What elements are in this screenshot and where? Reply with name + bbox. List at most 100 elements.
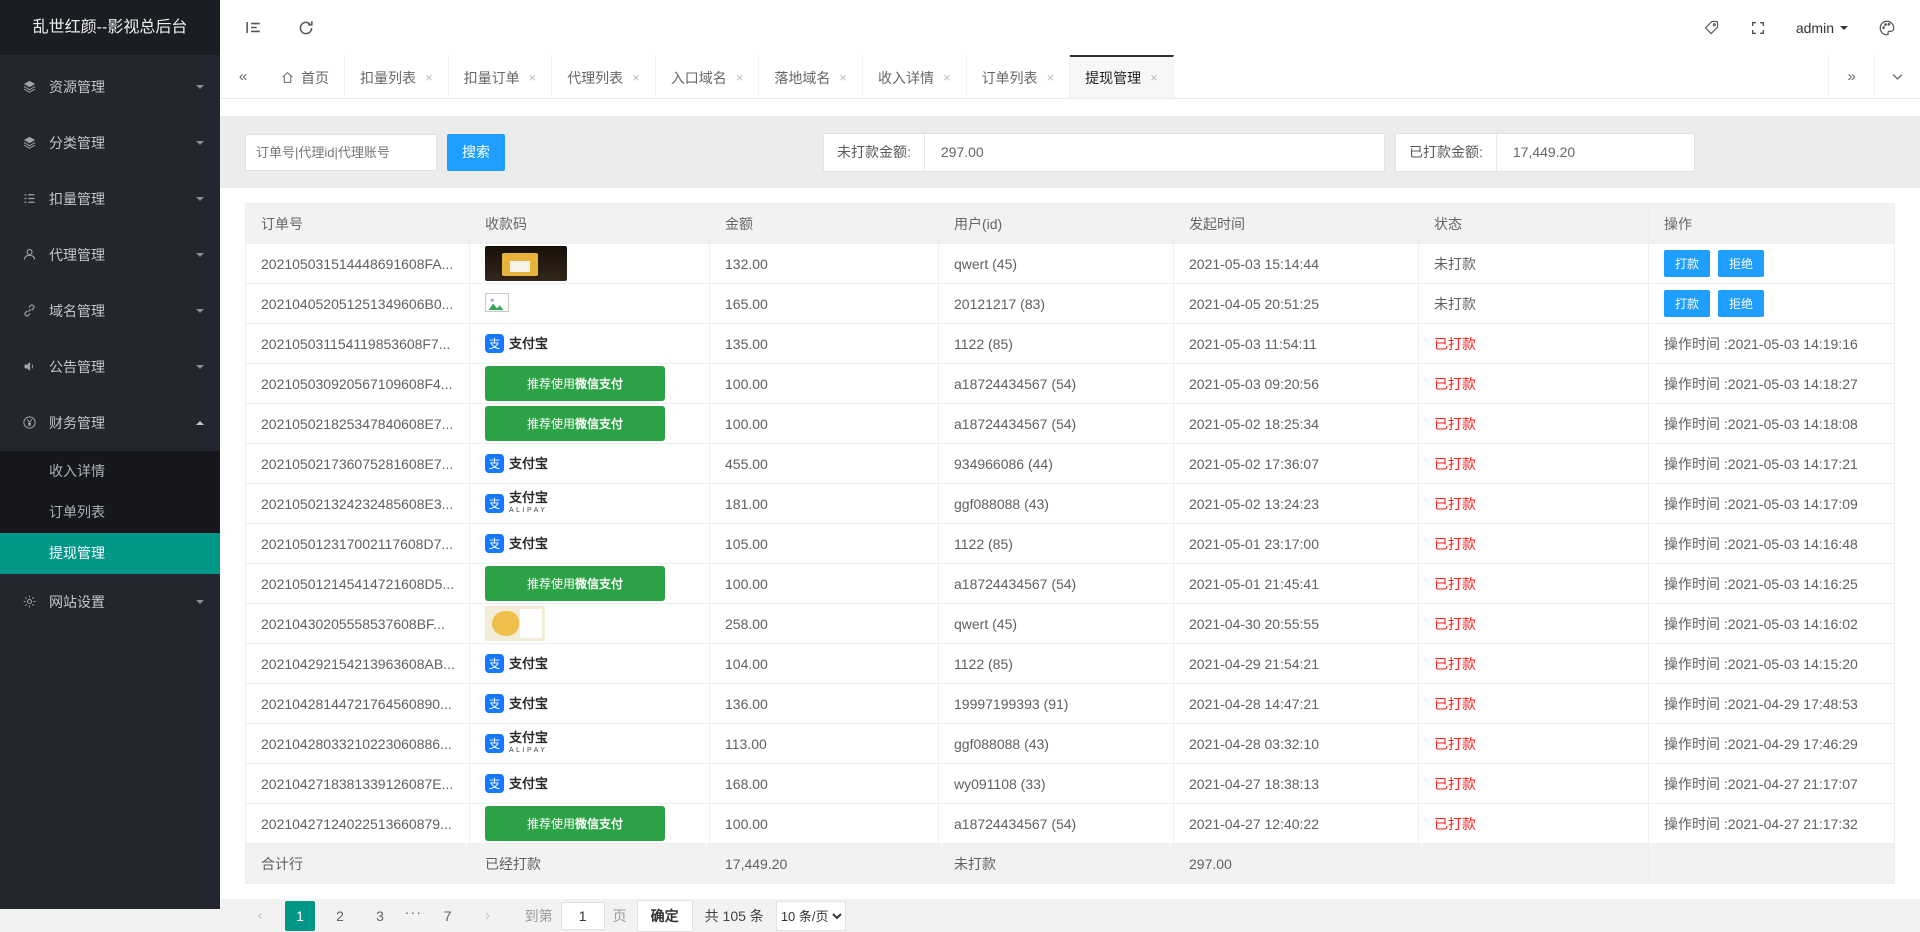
receipt-photo[interactable]	[485, 606, 545, 641]
tab-entry-domain[interactable]: 入口域名×	[656, 55, 760, 98]
sidebar-item-deduction[interactable]: 扣量管理	[0, 171, 220, 227]
col-order-no: 订单号	[246, 204, 470, 244]
alipay-logo[interactable]: 支支付宝ALIPAY	[485, 491, 548, 517]
user-id: ggf088088 (43)	[954, 736, 1049, 752]
close-icon[interactable]: ×	[839, 70, 847, 85]
goto-page-input[interactable]	[561, 902, 605, 930]
sidebar-item-resource[interactable]: 资源管理	[0, 59, 220, 115]
sidebar-item-finance[interactable]: 财务管理	[0, 395, 220, 451]
cell-payment-code: 推荐使用微信支付	[470, 404, 710, 444]
cell-order-no: 20210427124022513660879...	[246, 804, 470, 844]
page-number-button[interactable]: 1	[285, 901, 315, 931]
cell-amount: 168.00	[710, 764, 939, 804]
tab-landing-domain[interactable]: 落地域名×	[759, 55, 863, 98]
broken-image-icon[interactable]	[485, 293, 509, 312]
sidebar-subitem-withdraw-manage[interactable]: 提现管理	[0, 533, 220, 574]
receipt-photo[interactable]	[485, 246, 567, 281]
alipay-logo[interactable]: 支支付宝ALIPAY	[485, 731, 548, 757]
sidebar-subitem-order-list[interactable]: 订单列表	[0, 492, 220, 533]
close-icon[interactable]: ×	[632, 70, 640, 85]
paid-amount-box: 已打款金额: 17,449.20	[1395, 133, 1695, 172]
cell-order-no: 202104292154213963608AB...	[246, 644, 470, 684]
wechat-pay-button[interactable]: 推荐使用微信支付	[485, 406, 665, 441]
admin-dropdown[interactable]: admin	[1796, 20, 1848, 36]
page-number-button[interactable]: 7	[433, 901, 463, 931]
confirm-page-button[interactable]: 确定	[637, 900, 693, 932]
search-input[interactable]	[245, 134, 437, 171]
close-icon[interactable]: ×	[943, 70, 951, 85]
user-id: qwert (45)	[954, 256, 1017, 272]
refresh-icon[interactable]	[297, 19, 315, 37]
close-icon[interactable]: ×	[736, 70, 744, 85]
tabs-more-icon[interactable]	[1874, 55, 1920, 98]
cell-status: 未打款	[1419, 244, 1649, 284]
status-badge: 已打款	[1434, 816, 1476, 832]
alipay-logo[interactable]: 支支付宝	[485, 774, 548, 793]
close-icon[interactable]: ×	[1150, 70, 1158, 85]
tab-deduction-order[interactable]: 扣量订单×	[449, 55, 553, 98]
sidebar-subitem-income-detail[interactable]: 收入详情	[0, 451, 220, 492]
theme-palette-icon[interactable]	[1878, 19, 1896, 37]
col-user-id: 用户(id)	[939, 204, 1174, 244]
page-number-button[interactable]: 3	[365, 901, 395, 931]
table-row: 202104292154213963608AB...支支付宝104.001122…	[246, 644, 1895, 684]
wechat-pay-button[interactable]: 推荐使用微信支付	[485, 806, 665, 841]
col-status: 状态	[1419, 204, 1649, 244]
sidebar-item-label: 分类管理	[49, 133, 105, 153]
alipay-label: 支付宝	[509, 697, 548, 710]
wechat-pay-button[interactable]: 推荐使用微信支付	[485, 566, 665, 601]
tab-agent-list[interactable]: 代理列表×	[552, 55, 656, 98]
sidebar-item-notice[interactable]: 公告管理	[0, 339, 220, 395]
next-page-button[interactable]: ›	[473, 901, 503, 931]
cell-start-time: 2021-05-02 17:36:07	[1174, 444, 1419, 484]
alipay-logo[interactable]: 支支付宝	[485, 334, 548, 353]
sidebar-item-category[interactable]: 分类管理	[0, 115, 220, 171]
cell-payment-code: 支支付宝	[470, 684, 710, 724]
cell-amount: 135.00	[710, 324, 939, 364]
tabs: 首页扣量列表×扣量订单×代理列表×入口域名×落地域名×收入详情×订单列表×提现管…	[266, 55, 1828, 98]
pay-button[interactable]: 打款	[1664, 290, 1710, 317]
tab-home[interactable]: 首页	[266, 55, 345, 98]
close-icon[interactable]: ×	[529, 70, 537, 85]
search-button[interactable]: 搜索	[447, 134, 505, 171]
alipay-logo[interactable]: 支支付宝	[485, 654, 548, 673]
reject-button[interactable]: 拒绝	[1718, 250, 1764, 277]
page-word: 页	[613, 906, 627, 926]
tab-order-list[interactable]: 订单列表×	[967, 55, 1071, 98]
order-no: 202104292154213963608AB...	[261, 656, 455, 672]
alipay-logo[interactable]: 支支付宝	[485, 534, 548, 553]
fullscreen-icon[interactable]	[1750, 20, 1766, 36]
status-badge: 已打款	[1434, 536, 1476, 552]
collapse-menu-icon[interactable]	[244, 18, 263, 37]
tab-withdraw-manage[interactable]: 提现管理×	[1070, 55, 1174, 98]
wechat-pay-button[interactable]: 推荐使用微信支付	[485, 366, 665, 401]
cell-start-time: 2021-04-29 21:54:21	[1174, 644, 1419, 684]
tab-deduction-list[interactable]: 扣量列表×	[345, 55, 449, 98]
reject-button[interactable]: 拒绝	[1718, 290, 1764, 317]
main-area: admin « 首页扣量列表×扣量订单×代理列表×入口域名×落地域名×收入详情×…	[220, 0, 1920, 909]
sidebar-item-domain[interactable]: 域名管理	[0, 283, 220, 339]
alipay-logo[interactable]: 支支付宝	[485, 694, 548, 713]
cell-status: 已打款	[1419, 804, 1649, 844]
cell-user-id: a18724434567 (54)	[939, 364, 1174, 404]
sidebar-item-site-setting[interactable]: 网站设置	[0, 574, 220, 630]
prev-page-button[interactable]: ‹	[245, 901, 275, 931]
tabs-scroll-left[interactable]: «	[220, 55, 266, 98]
order-no: 202105012145414721608D5...	[261, 576, 454, 592]
page-number-button[interactable]: 2	[325, 901, 355, 931]
alipay-logo[interactable]: 支支付宝	[485, 454, 548, 473]
user-id: 19997199393 (91)	[954, 696, 1068, 712]
alipay-text: 支付宝	[509, 537, 548, 550]
tab-income-detail[interactable]: 收入详情×	[863, 55, 967, 98]
tag-icon[interactable]	[1703, 19, 1720, 36]
cell-start-time: 2021-05-01 21:45:41	[1174, 564, 1419, 604]
wechat-pay-label-bold: 微信支付	[575, 417, 623, 431]
pay-button[interactable]: 打款	[1664, 250, 1710, 277]
close-icon[interactable]: ×	[425, 70, 433, 85]
per-page-select[interactable]: 10 条/页	[776, 901, 846, 931]
cell-order-no: 202105012317002117608D7...	[246, 524, 470, 564]
sidebar-item-agent[interactable]: 代理管理	[0, 227, 220, 283]
tabs-scroll-right[interactable]: »	[1828, 55, 1874, 98]
table-row: 202105031514448691608FA...132.00qwert (4…	[246, 244, 1895, 284]
close-icon[interactable]: ×	[1047, 70, 1055, 85]
